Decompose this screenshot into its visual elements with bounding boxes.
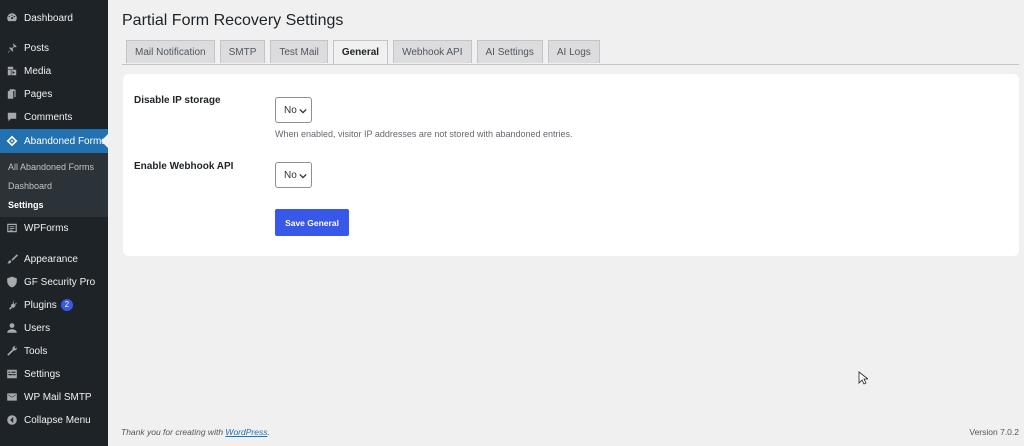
disable-ip-label: Disable IP storage (134, 95, 221, 106)
disable-ip-select[interactable]: No (275, 97, 312, 123)
submenu-abandoned-forms: All Abandoned Forms Dashboard Settings (0, 153, 108, 217)
user-icon (6, 322, 18, 334)
submenu-item-all-abandoned-forms[interactable]: All Abandoned Forms (8, 162, 94, 172)
admin-sidebar: Dashboard Posts Media Pages Comments Aba… (0, 0, 108, 446)
menu-item-plugins[interactable]: Plugins 2 (0, 294, 108, 316)
submenu-item-dashboard[interactable]: Dashboard (8, 181, 52, 191)
settings-tabs: Mail Notification SMTP Test Mail General… (126, 40, 600, 65)
comment-icon (6, 111, 18, 123)
wordpress-link[interactable]: WordPress (225, 427, 267, 437)
collapse-icon (6, 414, 18, 426)
menu-label-gf-security-pro: GF Security Pro (24, 276, 96, 288)
tab-mail-notification[interactable]: Mail Notification (126, 40, 215, 63)
tab-test-mail[interactable]: Test Mail (270, 40, 328, 63)
wrench-icon (6, 345, 18, 357)
menu-label-appearance: Appearance (24, 253, 78, 265)
menu-label-users: Users (24, 322, 51, 334)
menu-item-comments[interactable]: Comments (0, 106, 108, 128)
menu-label-settings: Settings (24, 368, 61, 380)
disable-ip-description: When enabled, visitor IP addresses are n… (275, 129, 573, 139)
pages-icon (6, 88, 18, 100)
page-title: Partial Form Recovery Settings (122, 12, 344, 29)
menu-item-settings[interactable]: Settings (0, 363, 108, 385)
disable-ip-value: No (284, 104, 297, 116)
menu-item-pages[interactable]: Pages (0, 83, 108, 105)
plugin-icon (6, 299, 18, 311)
brush-icon (6, 253, 18, 265)
menu-item-posts[interactable]: Posts (0, 37, 108, 59)
tab-smtp[interactable]: SMTP (219, 40, 266, 63)
footer-period: . (267, 427, 270, 437)
active-arrow (101, 134, 108, 148)
menu-label-tools: Tools (24, 345, 48, 357)
media-icon (6, 65, 18, 77)
tab-divider (122, 64, 1019, 65)
menu-item-gf-security-pro[interactable]: GF Security Pro (0, 271, 108, 293)
footer-thanks: Thank you for creating with WordPress. (121, 427, 270, 437)
menu-label-plugins: Plugins (24, 299, 57, 311)
update-count-badge: 2 (60, 299, 73, 311)
menu-label-pages: Pages (24, 88, 53, 100)
menu-label-media: Media (24, 65, 52, 77)
chevron-down-icon (299, 108, 307, 114)
settings-icon (6, 368, 18, 380)
wpforms-icon (6, 222, 18, 234)
dashboard-icon (6, 12, 18, 24)
menu-label-wp-mail-smtp: WP Mail SMTP (24, 391, 92, 403)
pin-icon (6, 42, 18, 54)
menu-item-media[interactable]: Media (0, 60, 108, 82)
mail-icon (6, 391, 18, 403)
menu-label-dashboard: Dashboard (24, 12, 73, 24)
menu-label-comments: Comments (24, 111, 73, 123)
shield-icon (6, 276, 18, 288)
collapse-menu-button[interactable]: Collapse Menu (0, 409, 108, 431)
footer-version: Version 7.0.2 (969, 427, 1019, 437)
footer-thanks-text: Thank you for creating with (121, 427, 226, 437)
webhook-value: No (284, 169, 297, 181)
forms-icon (6, 135, 18, 147)
menu-item-users[interactable]: Users (0, 317, 108, 339)
tab-ai-settings[interactable]: AI Settings (476, 40, 543, 63)
webhook-select[interactable]: No (275, 162, 312, 188)
menu-label-abandoned-forms: Abandoned Forms (24, 135, 107, 147)
webhook-label: Enable Webhook API (134, 161, 234, 172)
tab-general[interactable]: General (332, 40, 389, 65)
menu-item-dashboard[interactable]: Dashboard (0, 7, 108, 29)
menu-label-collapse: Collapse Menu (24, 414, 91, 426)
menu-item-appearance[interactable]: Appearance (0, 248, 108, 270)
menu-item-abandoned-forms[interactable]: Abandoned Forms (0, 129, 108, 153)
mouse-cursor-icon (858, 371, 868, 385)
save-general-button[interactable]: Save General (275, 209, 349, 236)
tab-ai-logs[interactable]: AI Logs (547, 40, 600, 63)
chevron-down-icon (299, 173, 307, 179)
menu-item-wp-mail-smtp[interactable]: WP Mail SMTP (0, 386, 108, 408)
menu-item-tools[interactable]: Tools (0, 340, 108, 362)
menu-item-wpforms[interactable]: WPForms (0, 217, 108, 239)
menu-label-posts: Posts (24, 42, 50, 54)
submenu-item-settings[interactable]: Settings (8, 200, 44, 210)
menu-label-wpforms: WPForms (24, 222, 69, 234)
tab-webhook-api[interactable]: Webhook API (393, 40, 472, 63)
general-settings-card: Disable IP storage No When enabled, visi… (123, 74, 1019, 256)
